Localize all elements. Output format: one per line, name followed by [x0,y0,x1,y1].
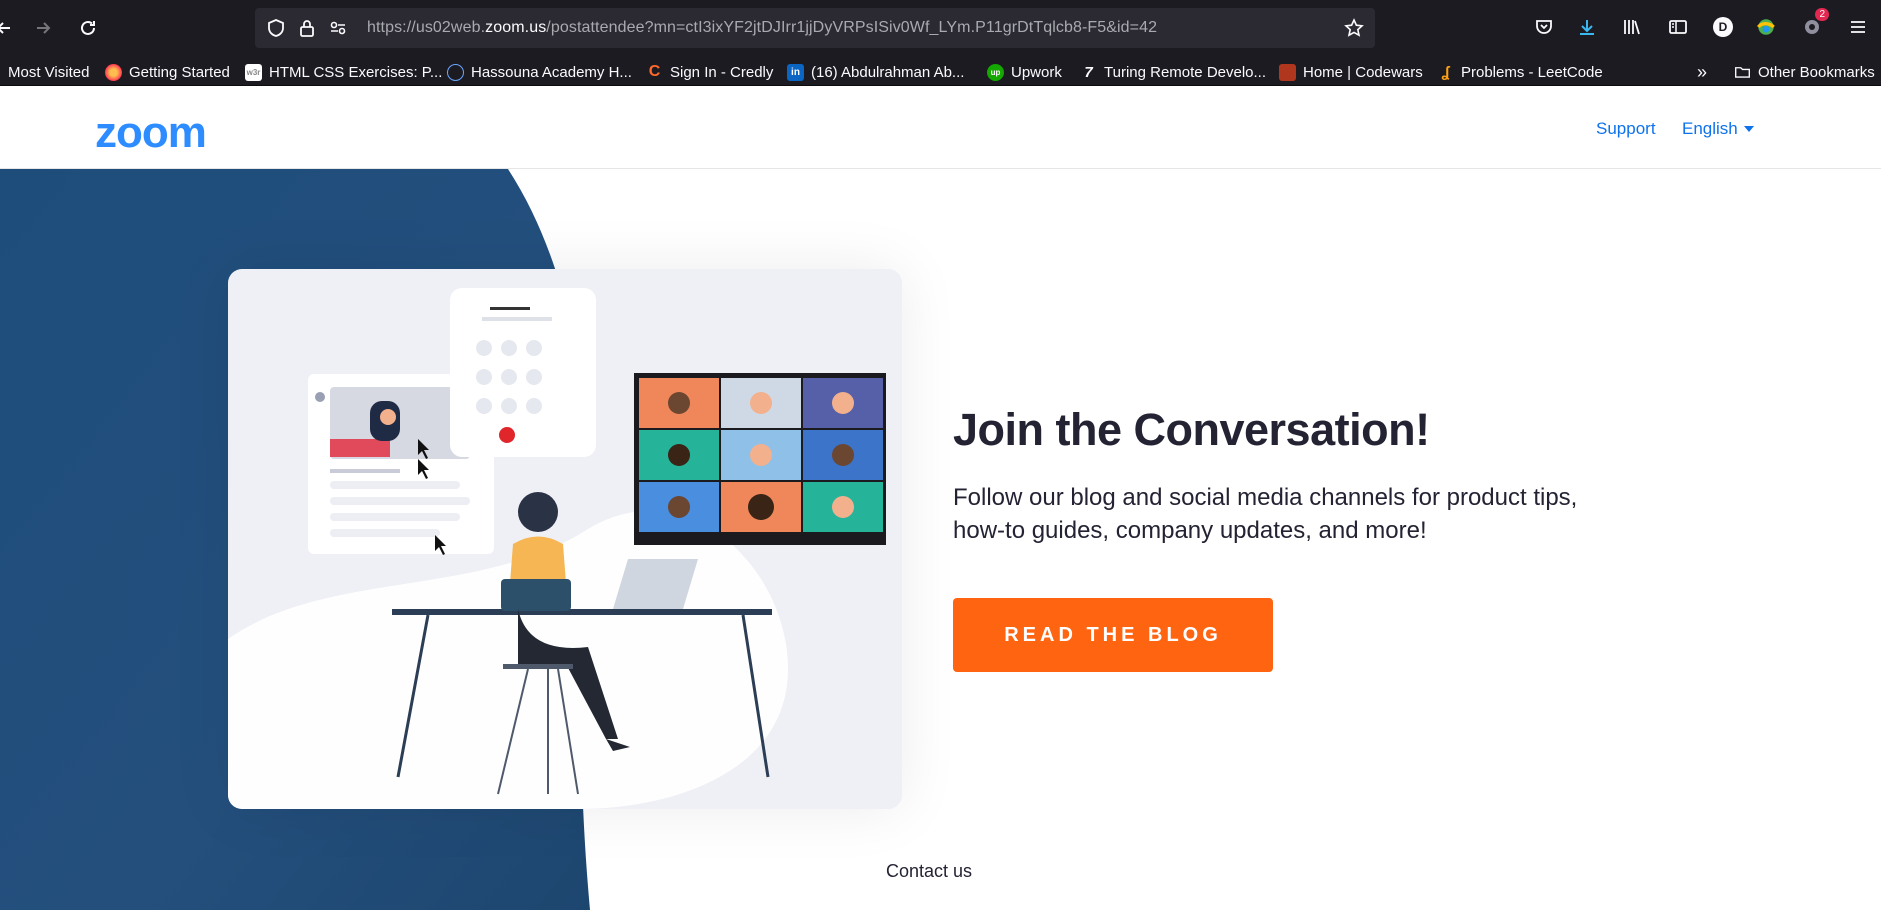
upwork-icon: up [987,63,1004,81]
contact-us-link[interactable]: Contact us [886,861,972,882]
back-icon[interactable] [0,12,20,44]
permissions-icon[interactable] [327,17,349,39]
bookmarks-overflow-icon[interactable]: » [1697,62,1707,82]
bookmark-hassouna[interactable]: Hassouna Academy H... [447,62,632,82]
language-label: English [1682,119,1738,138]
library-icon[interactable] [1619,14,1645,40]
bookmark-turing[interactable]: 7 Turing Remote Develo... [1080,62,1266,82]
turing-icon: 7 [1084,63,1093,81]
extensions-badge: 2 [1815,8,1829,21]
address-bar[interactable]: https://us02web.zoom.us/postattendee?mn=… [255,8,1375,48]
illustration-card [228,269,902,809]
bookmark-label: Hassouna Academy H... [471,63,632,81]
bookmark-upwork[interactable]: up Upwork [987,62,1062,82]
leetcode-icon: ʆ [1441,63,1450,81]
pocket-icon[interactable] [1531,14,1557,40]
extensions-puzzle-icon[interactable]: 2 [1799,8,1829,40]
bookmark-w3resource[interactable]: w3r HTML CSS Exercises: P... [245,62,442,82]
lock-icon[interactable] [296,17,318,39]
bookmark-star-icon[interactable] [1343,17,1365,39]
bookmark-credly[interactable]: C Sign In - Credly [646,62,774,82]
other-bookmarks[interactable]: Other Bookmarks [1734,62,1875,82]
sidebar-icon[interactable] [1665,14,1691,40]
extension-icon[interactable] [1753,14,1779,40]
menu-icon[interactable] [1845,14,1871,40]
url-text[interactable]: https://us02web.zoom.us/postattendee?mn=… [367,19,1157,37]
bookmark-label: Home | Codewars [1303,63,1423,81]
downloads-icon[interactable] [1574,14,1600,40]
account-avatar[interactable]: D [1710,14,1736,40]
bookmark-label: Upwork [1011,63,1062,81]
zoom-post-attendee-page: zoom Support English Join the Conversati… [0,86,1881,910]
bookmark-getting-started[interactable]: Getting Started [105,62,230,82]
linkedin-icon: in [787,63,804,81]
codewars-icon [1279,63,1296,81]
read-the-blog-button[interactable]: READ THE BLOG [953,598,1273,672]
firefox-icon [105,63,122,81]
person-at-desk-illustration [228,288,886,809]
caret-down-icon [1743,126,1754,132]
language-dropdown[interactable]: English [1682,119,1754,139]
w3r-icon: w3r [245,63,262,81]
bookmark-codewars[interactable]: Home | Codewars [1279,62,1423,82]
forward-icon[interactable] [27,12,59,44]
bookmark-label: (16) Abdulrahman Ab... [811,63,965,81]
avatar-initial: D [1713,17,1733,37]
bookmark-most-visited[interactable]: · Most Visited [0,62,89,82]
globe-icon [447,63,464,81]
folder-icon [1734,64,1751,81]
other-bookmarks-label: Other Bookmarks [1758,63,1875,81]
bookmark-label: HTML CSS Exercises: P... [269,63,443,81]
bookmark-label: Getting Started [129,63,230,81]
credly-icon: C [648,63,661,80]
page-subtitle: Follow our blog and social media channel… [953,484,1578,544]
bookmark-linkedin[interactable]: in (16) Abdulrahman Ab... [787,62,964,82]
bookmark-label: Problems - LeetCode [1461,63,1603,81]
bookmark-label: Turing Remote Develo... [1104,63,1267,81]
bookmarks-bar: · Most Visited Getting Started w3r HTML … [0,57,1881,86]
page-title: Join the Conversation! [953,404,1430,455]
zoom-logo[interactable]: zoom [95,108,207,158]
reload-icon[interactable] [72,12,104,44]
bookmark-label: Sign In - Credly [670,63,774,81]
shield-icon[interactable] [265,17,287,39]
support-link[interactable]: Support [1596,119,1656,139]
site-header: zoom Support English [0,86,1881,169]
bookmark-label: Most Visited [8,63,90,81]
browser-toolbar: https://us02web.zoom.us/postattendee?mn=… [0,0,1881,57]
bookmark-leetcode[interactable]: ʆ Problems - LeetCode [1437,62,1603,82]
